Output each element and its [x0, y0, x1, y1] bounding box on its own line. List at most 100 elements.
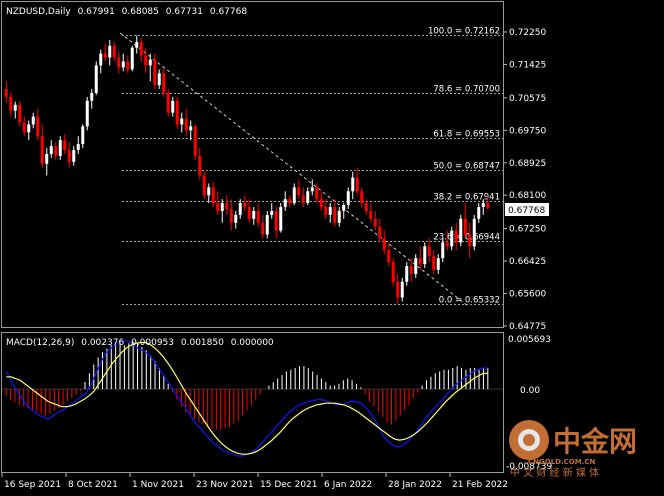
- candle-body: [256, 210, 260, 223]
- candle-body: [378, 226, 382, 239]
- candle-body: [103, 53, 107, 58]
- candle-body: [139, 41, 143, 56]
- candle-body: [175, 100, 179, 125]
- chart-header: NZDUSD,Daily 0.67991 0.68085 0.67731 0.6…: [6, 7, 247, 17]
- candle-body: [418, 258, 422, 265]
- candle-body: [292, 187, 296, 204]
- candle-body: [9, 96, 13, 111]
- candle-body: [45, 153, 49, 164]
- price-tick-label: 0.68925: [509, 159, 546, 169]
- close-value: 0.67768: [210, 7, 247, 17]
- candle-body: [180, 118, 184, 125]
- candle-body: [63, 140, 67, 150]
- candle-body: [279, 207, 283, 231]
- open-value: 0.67991: [78, 7, 115, 17]
- price-tick-label: 0.68100: [509, 191, 546, 201]
- current-price-label: 0.67768: [508, 206, 545, 216]
- candle-body: [85, 100, 89, 127]
- candle-body: [297, 187, 301, 196]
- candle-body: [94, 65, 98, 93]
- candle-body: [265, 214, 269, 235]
- candle-body: [481, 203, 485, 208]
- candle-body: [198, 155, 202, 176]
- candle-body: [135, 41, 139, 48]
- price-tick-label: 0.65600: [509, 290, 546, 300]
- candle-body: [369, 210, 373, 219]
- candle-body: [396, 281, 400, 298]
- watermark-brand: 中金网: [553, 425, 637, 458]
- date-tick-label: 16 Sep 2021: [4, 480, 61, 490]
- candle-body: [90, 92, 94, 101]
- candle-body: [27, 124, 31, 133]
- candle-body: [207, 187, 211, 196]
- candle-body: [234, 214, 238, 223]
- candle-body: [130, 47, 134, 70]
- candle-body: [270, 210, 274, 215]
- date-tick-label: 8 Oct 2021: [68, 480, 118, 490]
- candle-body: [463, 218, 467, 235]
- fib-level-label: 0.0 = 0.65332: [439, 296, 500, 306]
- date-tick-label: 21 Feb 2022: [452, 480, 508, 490]
- candle-body: [432, 256, 436, 270]
- high-value: 0.68085: [122, 7, 159, 17]
- date-tick-label: 6 Jan 2022: [324, 480, 372, 490]
- macd-value-4: 0.000000: [231, 338, 274, 348]
- price-tick-label: 0.64775: [509, 322, 546, 332]
- candle-body: [459, 218, 463, 243]
- candle-body: [184, 118, 188, 131]
- price-tick-label: 0.69750: [509, 126, 546, 136]
- price-tick-label: 0.72250: [509, 28, 546, 38]
- candle-body: [58, 140, 62, 156]
- candle-body: [382, 238, 386, 251]
- candle-body: [202, 175, 206, 196]
- candle-body: [360, 191, 364, 204]
- chart-canvas[interactable]: 100.0 = 0.72162 78.6 = 0.70700 61.8 = 0.69…: [0, 0, 664, 492]
- candle-body: [441, 242, 445, 259]
- candle-body: [225, 203, 229, 209]
- watermark-slogan: 中 文 财 经 新 媒 体: [510, 466, 599, 479]
- candle-body: [166, 92, 170, 113]
- candle-body: [189, 126, 193, 131]
- macd-axis-top: 0.005693: [508, 335, 551, 345]
- fib-level-label: 38.2 = 0.67941: [433, 193, 500, 203]
- macd-header: MACD(12,26,9) 0.002376 0.000953 0.001850…: [6, 338, 274, 348]
- price-tick-label: 0.66425: [509, 257, 546, 267]
- candle-body: [252, 210, 256, 219]
- candle-body: [49, 146, 53, 154]
- candle-body: [13, 104, 17, 111]
- candle-body: [486, 203, 490, 209]
- candle-body: [288, 199, 292, 204]
- low-value: 0.67731: [166, 7, 203, 17]
- candle-body: [40, 136, 44, 164]
- candle-body: [477, 207, 481, 219]
- candle-body: [427, 246, 431, 257]
- candle-body: [81, 126, 85, 145]
- candle-body: [423, 246, 427, 265]
- candle-body: [121, 61, 125, 68]
- date-tick-label: 15 Dec 2021: [260, 480, 318, 490]
- candle-body: [355, 177, 359, 192]
- candle-body: [238, 203, 242, 215]
- candle-body: [414, 258, 418, 274]
- candle-body: [333, 207, 337, 223]
- candle-body: [229, 208, 233, 223]
- candle-body: [387, 250, 391, 263]
- candle-body: [67, 149, 71, 162]
- candle-body: [126, 61, 130, 70]
- candle-body: [436, 258, 440, 270]
- current-price-tag: 0.67768: [505, 203, 549, 216]
- candle-body: [193, 126, 197, 156]
- candle-body: [310, 187, 314, 192]
- candle-body: [144, 55, 148, 66]
- candle-body: [220, 203, 224, 211]
- candle-body: [315, 187, 319, 200]
- candle-body: [108, 45, 112, 58]
- date-tick-label: 1 Nov 2021: [132, 480, 184, 490]
- macd-value-3: 0.001850: [181, 338, 224, 348]
- candle-body: [72, 149, 76, 162]
- candle-body: [4, 89, 8, 97]
- candle-body: [319, 199, 323, 208]
- candle-body: [301, 195, 305, 204]
- candle-body: [36, 116, 40, 137]
- candle-body: [306, 191, 310, 204]
